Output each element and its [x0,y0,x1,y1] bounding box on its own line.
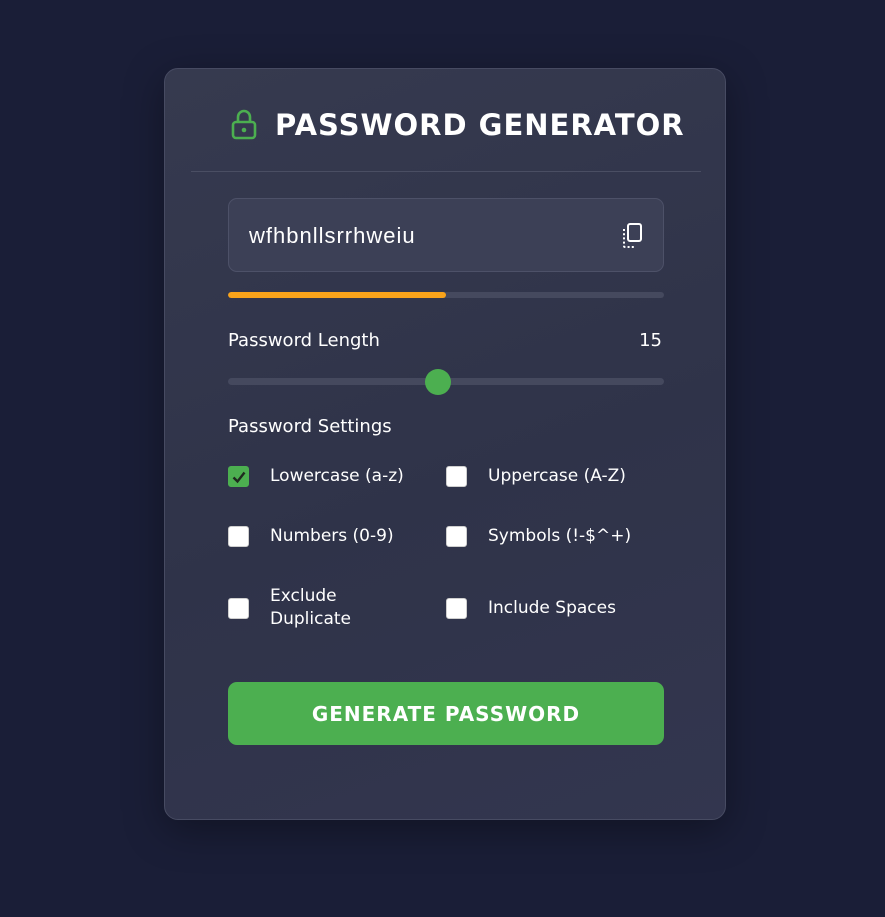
length-slider-thumb[interactable] [425,369,452,395]
option-exclude-duplicate[interactable]: Exclude Duplicate [228,585,380,631]
copy-icon[interactable] [619,222,645,250]
password-length-label: Password Length [228,330,380,351]
include-spaces-checkbox[interactable] [446,598,467,619]
option-lowercase[interactable]: Lowercase (a-z) [228,465,404,488]
lowercase-label: Lowercase (a-z) [270,466,404,486]
symbols-checkbox[interactable] [446,526,467,547]
password-generator-card: PASSWORD GENERATOR Password Length 15 Pa… [164,68,726,820]
password-output[interactable] [249,223,609,249]
strength-indicator [228,292,664,298]
option-uppercase[interactable]: Uppercase (A-Z) [446,465,626,488]
option-include-spaces[interactable]: Include Spaces [446,597,616,620]
lock-icon [231,109,257,139]
lowercase-checkbox[interactable] [228,466,249,487]
page-title: PASSWORD GENERATOR [275,107,685,142]
generate-password-button[interactable]: GENERATE PASSWORD [228,682,664,745]
exclude-duplicate-checkbox[interactable] [228,597,249,619]
exclude-duplicate-label: Exclude Duplicate [270,586,351,629]
uppercase-checkbox[interactable] [446,466,467,487]
password-settings-label: Password Settings [228,416,392,437]
include-spaces-label: Include Spaces [488,598,616,618]
header-divider [191,171,701,172]
header: PASSWORD GENERATOR [165,69,725,172]
password-length-value: 15 [639,330,662,351]
option-numbers[interactable]: Numbers (0-9) [228,525,394,548]
strength-fill [228,292,446,298]
symbols-label: Symbols (!-$^+) [488,526,632,546]
numbers-checkbox[interactable] [228,526,249,547]
option-symbols[interactable]: Symbols (!-$^+) [446,525,631,548]
uppercase-label: Uppercase (A-Z) [488,466,626,486]
checkmark-icon [232,471,245,483]
numbers-label: Numbers (0-9) [270,526,394,546]
password-display [228,198,664,272]
